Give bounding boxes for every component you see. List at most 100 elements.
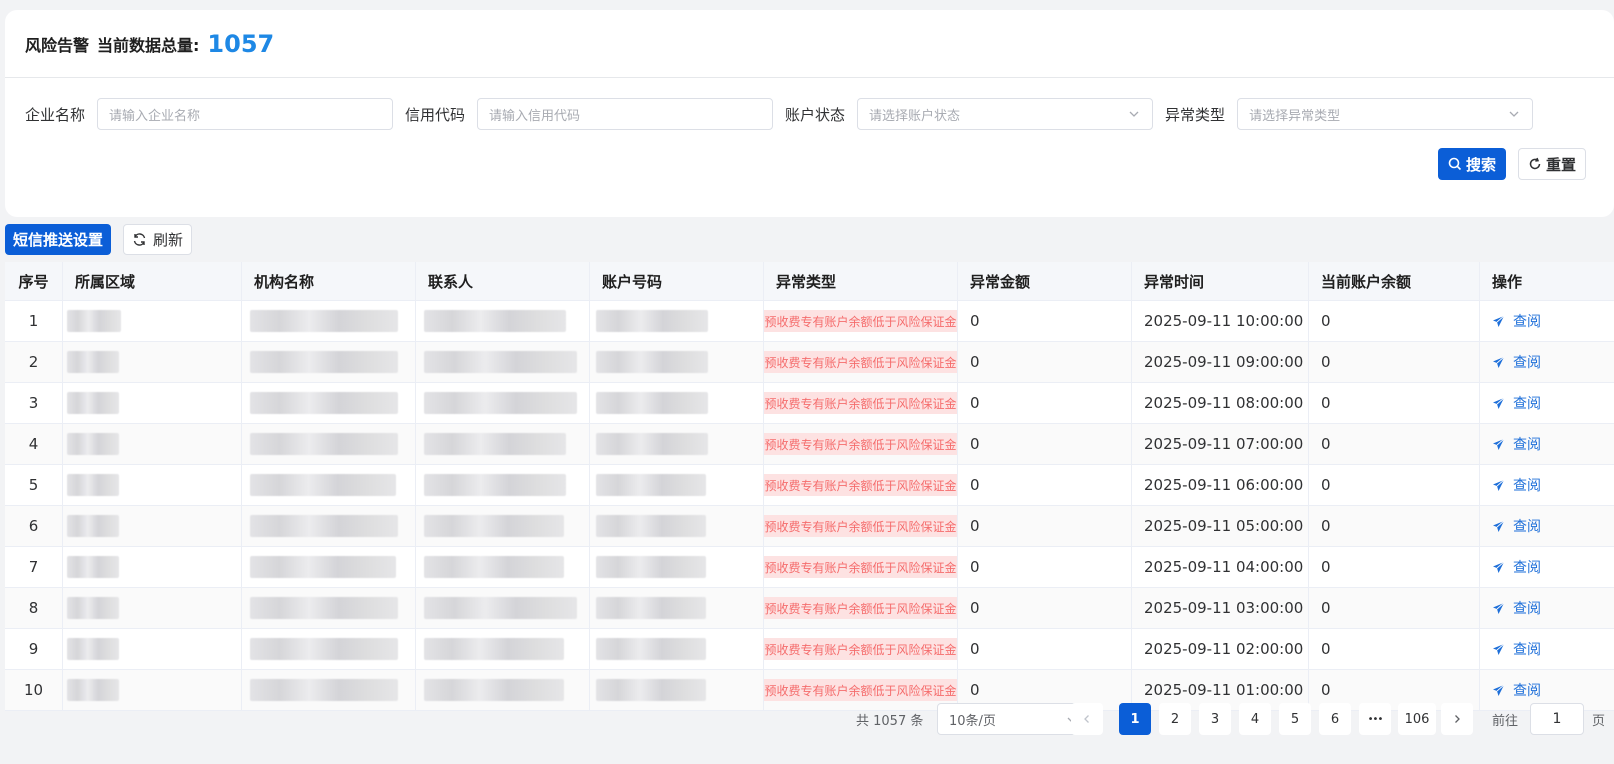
anomaly-type-tag: 预收费专有账户余额低于风险保证金: [764, 679, 957, 701]
anomaly-type-tag: 预收费专有账户余额低于风险保证金: [764, 474, 957, 496]
anomaly-type-cell: 预收费专有账户余额低于风险保证金: [764, 342, 958, 382]
table-row: 3 预收费专有账户余额低于风险保证金 0 2025-09-11 08:00:00 0 查阅: [5, 383, 1614, 424]
table-header-row: 序号 所属区域 机构名称 联系人 账户号码 异常类型 异常金额 异常时间 当前账…: [5, 262, 1614, 301]
anomaly-time-cell: 2025-09-11 09:00:00: [1132, 342, 1309, 382]
row-index: 9: [5, 629, 63, 669]
page-button-2[interactable]: 2: [1159, 703, 1191, 735]
chevron-down-icon: [1129, 111, 1139, 117]
prev-page-button[interactable]: [1071, 703, 1103, 735]
table-row: 2 预收费专有账户余额低于风险保证金 0 2025-09-11 09:00:00 0 查阅: [5, 342, 1614, 383]
next-page-button[interactable]: [1441, 703, 1473, 735]
current-balance-cell: 0: [1309, 383, 1480, 423]
chevron-right-icon: [1455, 715, 1460, 723]
region-cell: [63, 342, 242, 382]
reset-button[interactable]: 重置: [1518, 148, 1586, 180]
search-button[interactable]: 搜索: [1438, 148, 1506, 180]
redacted-region: [67, 474, 119, 496]
view-link[interactable]: 查阅: [1492, 680, 1541, 700]
anomaly-type-tag: 预收费专有账户余额低于风险保证金: [764, 556, 957, 578]
actions-cell: 查阅: [1480, 629, 1614, 669]
page-button-4[interactable]: 4: [1239, 703, 1271, 735]
credit-code-input[interactable]: 请输入信用代码: [477, 98, 774, 130]
anomaly-time-cell: 2025-09-11 05:00:00: [1132, 506, 1309, 546]
row-index: 2: [5, 342, 63, 382]
refresh-button[interactable]: 刷新: [123, 224, 193, 255]
anomaly-type-cell: 预收费专有账户余额低于风险保证金: [764, 465, 958, 505]
redacted-account-number: [596, 679, 706, 701]
page-button-5[interactable]: 5: [1279, 703, 1311, 735]
goto-page-input[interactable]: 1: [1530, 703, 1584, 735]
view-link[interactable]: 查阅: [1492, 393, 1541, 413]
anomaly-type-select[interactable]: 请选择异常类型: [1237, 98, 1534, 130]
chevron-left-icon: [1084, 715, 1089, 723]
goto-label: 前往: [1492, 714, 1519, 729]
anomaly-amount-cell: 0: [958, 383, 1132, 423]
filter-bar: 企业名称 请输入企业名称 信用代码 请输入信用代码 账户状态 请选择账户状态 异…: [25, 98, 1587, 130]
actions-cell: 查阅: [1480, 383, 1614, 423]
page-button-3[interactable]: 3: [1199, 703, 1231, 735]
anomaly-time-cell: 2025-09-11 10:00:00: [1132, 301, 1309, 341]
redacted-account-number: [596, 351, 708, 373]
send-icon: [1493, 397, 1505, 409]
page-button-1[interactable]: 1: [1119, 703, 1151, 735]
view-link[interactable]: 查阅: [1492, 516, 1541, 536]
region-cell: [63, 424, 242, 464]
redacted-region: [67, 310, 121, 332]
redacted-org-name: [250, 310, 398, 332]
account-status-select[interactable]: 请选择账户状态: [857, 98, 1154, 130]
redacted-region: [67, 515, 119, 537]
view-link[interactable]: 查阅: [1492, 434, 1541, 454]
view-link[interactable]: 查阅: [1492, 598, 1541, 618]
redacted-account-number: [596, 433, 708, 455]
anomaly-type-tag: 预收费专有账户余额低于风险保证金: [764, 351, 957, 373]
page-ellipsis[interactable]: •••: [1359, 703, 1391, 735]
org-name-cell: [242, 342, 416, 382]
anomaly-amount-cell: 0: [958, 629, 1132, 669]
region-cell: [63, 547, 242, 587]
header-account-number: 账户号码: [590, 262, 764, 300]
header-anomaly-time: 异常时间: [1132, 262, 1309, 300]
anomaly-time-cell: 2025-09-11 04:00:00: [1132, 547, 1309, 587]
row-index: 8: [5, 588, 63, 628]
anomaly-type-cell: 预收费专有账户余额低于风险保证金: [764, 383, 958, 423]
send-icon: [1493, 561, 1505, 573]
contact-cell: [416, 629, 590, 669]
page-button-6[interactable]: 6: [1319, 703, 1351, 735]
anomaly-time-cell: 2025-09-11 02:00:00: [1132, 629, 1309, 669]
org-name-cell: [242, 547, 416, 587]
view-link[interactable]: 查阅: [1492, 475, 1541, 495]
redacted-account-number: [596, 515, 706, 537]
anomaly-time-cell: 2025-09-11 06:00:00: [1132, 465, 1309, 505]
redacted-contact: [424, 351, 577, 373]
org-name-cell: [242, 424, 416, 464]
anomaly-type-tag: 预收费专有账户余额低于风险保证金: [764, 597, 957, 619]
company-name-input[interactable]: 请输入企业名称: [97, 98, 394, 130]
page-button-last[interactable]: 106: [1398, 703, 1436, 735]
view-link[interactable]: 查阅: [1492, 639, 1541, 659]
total-count: 1057: [207, 29, 275, 58]
view-link-label: 查阅: [1513, 560, 1541, 576]
redacted-contact: [424, 638, 564, 660]
view-link[interactable]: 查阅: [1492, 352, 1541, 372]
anomaly-type-tag: 预收费专有账户余额低于风险保证金: [764, 433, 957, 455]
actions-cell: 查阅: [1480, 588, 1614, 628]
filter-actions: 搜索 重置: [1438, 148, 1586, 180]
redacted-org-name: [250, 638, 398, 660]
contact-cell: [416, 301, 590, 341]
redacted-contact: [424, 556, 564, 578]
anomaly-amount-cell: 0: [958, 301, 1132, 341]
view-link-label: 查阅: [1513, 478, 1541, 494]
view-link[interactable]: 查阅: [1492, 557, 1541, 577]
contact-cell: [416, 588, 590, 628]
region-cell: [63, 506, 242, 546]
reset-button-label: 重置: [1546, 155, 1577, 174]
anomaly-time-cell: 2025-09-11 03:00:00: [1132, 588, 1309, 628]
anomaly-type-placeholder: 请选择异常类型: [1249, 108, 1341, 124]
sms-settings-button[interactable]: 短信推送设置: [5, 224, 112, 255]
anomaly-type-tag: 预收费专有账户余额低于风险保证金: [764, 638, 957, 660]
header-region: 所属区域: [63, 262, 242, 300]
header-contact: 联系人: [416, 262, 590, 300]
page-size-select[interactable]: 10条/页: [937, 703, 1091, 735]
org-name-cell: [242, 506, 416, 546]
view-link[interactable]: 查阅: [1492, 311, 1541, 331]
